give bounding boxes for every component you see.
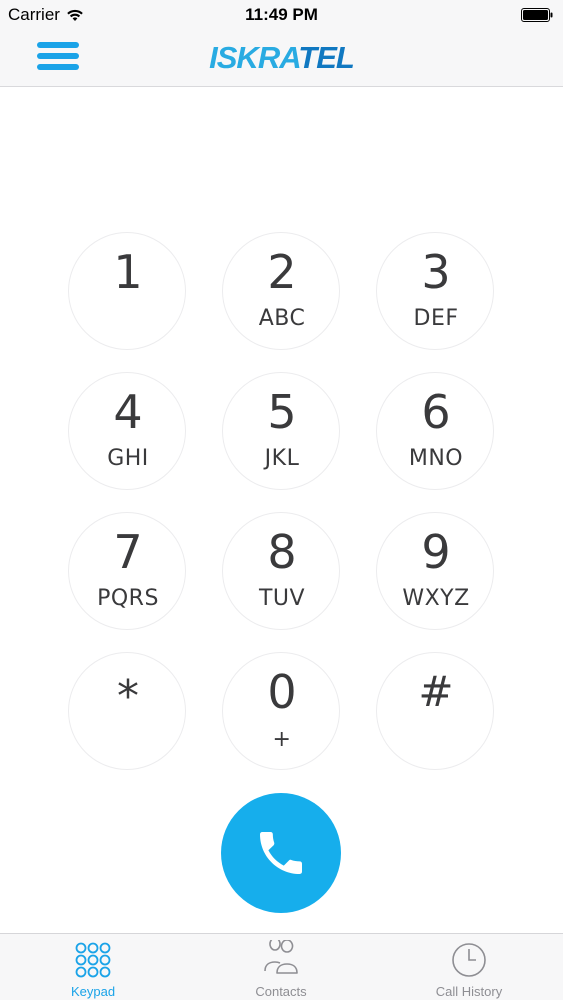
key-digit: * bbox=[117, 671, 139, 722]
key-9[interactable]: 9 WXYZ bbox=[376, 512, 494, 630]
keypad-grid-icon bbox=[75, 942, 111, 978]
tab-label-keypad: Keypad bbox=[70, 984, 116, 999]
phone-icon bbox=[260, 832, 302, 874]
key-digit: 3 bbox=[421, 245, 451, 299]
key-letters: PQRS bbox=[97, 586, 159, 611]
key-digit: 5 bbox=[267, 385, 297, 439]
key-8[interactable]: 8 TUV bbox=[222, 512, 340, 630]
clock-icon bbox=[452, 943, 486, 977]
key-letters: JKL bbox=[264, 446, 300, 471]
key-star[interactable]: * bbox=[68, 652, 186, 770]
key-7[interactable]: 7 PQRS bbox=[68, 512, 186, 630]
call-button[interactable] bbox=[221, 793, 341, 913]
battery-icon bbox=[521, 8, 553, 22]
key-3[interactable]: 3 DEF bbox=[376, 232, 494, 350]
tab-bar: Keypad Contacts Call History bbox=[0, 933, 563, 1000]
key-letters: ABC bbox=[258, 306, 306, 331]
logo-part-tel: TEL bbox=[298, 40, 355, 75]
key-2[interactable]: 2 ABC bbox=[222, 232, 340, 350]
key-digit: 6 bbox=[421, 385, 451, 439]
key-letters: WXYZ bbox=[402, 586, 470, 611]
tab-call-history[interactable]: Call History bbox=[399, 934, 539, 1000]
key-hash[interactable]: # bbox=[376, 652, 494, 770]
tab-label-call-history: Call History bbox=[435, 984, 503, 999]
status-bar: Carrier 11:49 PM bbox=[0, 0, 563, 30]
status-time: 11:49 PM bbox=[245, 5, 318, 24]
tab-contacts[interactable]: Contacts bbox=[211, 934, 351, 1000]
key-letters: DEF bbox=[413, 306, 459, 331]
key-digit: 2 bbox=[267, 245, 297, 299]
logo-part-iskra: ISKRA bbox=[209, 40, 299, 75]
tab-label-contacts: Contacts bbox=[255, 984, 307, 999]
key-letters: GHI bbox=[107, 446, 149, 471]
key-digit: 8 bbox=[267, 525, 297, 579]
dialer-screen: Carrier 11:49 PM ISKRATEL 1 2 ABC 3 DEF … bbox=[0, 0, 563, 1000]
key-digit: 9 bbox=[421, 525, 451, 579]
nav-bar: ISKRATEL bbox=[0, 30, 563, 87]
key-digit: # bbox=[418, 667, 454, 716]
key-digit: 0 bbox=[267, 665, 297, 719]
key-digit: 7 bbox=[113, 525, 143, 579]
key-digit: 1 bbox=[113, 245, 143, 299]
key-1[interactable]: 1 bbox=[68, 232, 186, 350]
key-5[interactable]: 5 JKL bbox=[222, 372, 340, 490]
contacts-icon bbox=[264, 940, 298, 974]
key-6[interactable]: 6 MNO bbox=[376, 372, 494, 490]
key-letters: TUV bbox=[258, 586, 306, 611]
tab-keypad[interactable]: Keypad bbox=[23, 934, 163, 1000]
key-0[interactable]: 0 + bbox=[222, 652, 340, 770]
key-letters: MNO bbox=[408, 446, 464, 471]
key-digit: 4 bbox=[113, 385, 143, 439]
iskratel-logo: ISKRATEL bbox=[0, 40, 563, 76]
key-4[interactable]: 4 GHI bbox=[68, 372, 186, 490]
key-letters: + bbox=[272, 727, 292, 752]
